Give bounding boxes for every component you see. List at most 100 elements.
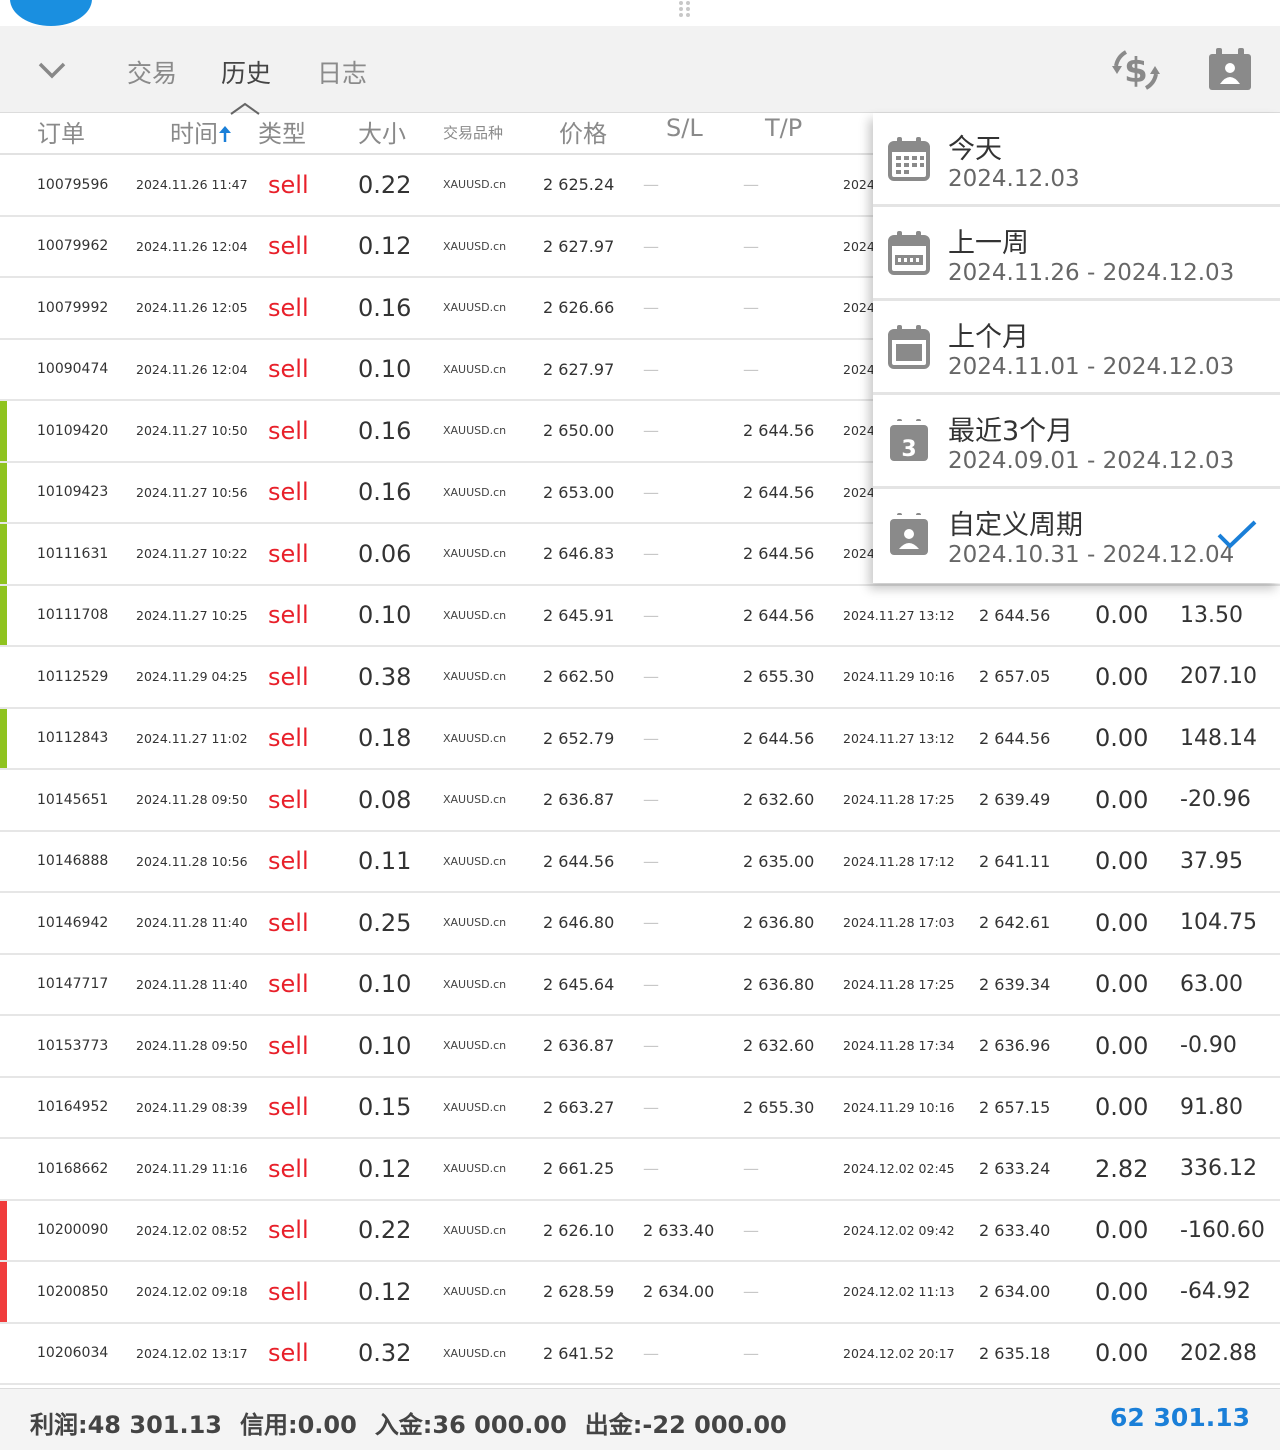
row-status-bar	[0, 708, 7, 768]
close-time: 2024.11.28 17:12	[843, 853, 955, 869]
profit: -20.96	[1180, 787, 1251, 813]
trade-symbol: XAUUSD.cn	[443, 1100, 507, 1114]
take-profit: 2 636.80	[743, 974, 815, 994]
open-price: 2 636.87	[543, 790, 615, 810]
col-tp[interactable]: T/P	[765, 114, 802, 142]
col-sl[interactable]: S/L	[666, 114, 703, 142]
stop-loss: —	[643, 1036, 659, 1056]
trade-symbol: XAUUSD.cn	[443, 1162, 507, 1176]
balance-total: 62 301.13	[1110, 1403, 1250, 1432]
open-time: 2024.11.29 04:25	[136, 669, 248, 685]
profit: -0.90	[1180, 1033, 1237, 1059]
open-time: 2024.11.27 10:56	[136, 484, 248, 500]
table-row[interactable]: 10111708 2024.11.27 10:25 sell 0.10 XAUU…	[0, 585, 1280, 647]
open-time: 2024.11.28 09:50	[136, 1038, 248, 1054]
period-last-week[interactable]: 上一周 2024.11.26 - 2024.12.03	[873, 207, 1280, 301]
deposit-label: 入金:	[374, 1411, 433, 1439]
trade-symbol: XAUUSD.cn	[443, 301, 507, 315]
close-time: 2024.12.02 09:42	[843, 1222, 955, 1238]
table-row[interactable]: 10145651 2024.11.28 09:50 sell 0.08 XAUU…	[0, 770, 1280, 832]
open-price: 2 653.00	[543, 482, 615, 502]
trade-type: sell	[268, 478, 309, 507]
col-time[interactable]: 时间	[170, 114, 232, 149]
close-price: 2 636.96	[979, 1036, 1051, 1056]
order-id: 10200090	[37, 1222, 109, 1239]
period-custom[interactable]: 自定义周期 2024.10.31 - 2024.12.04	[873, 489, 1280, 583]
table-row[interactable]: 10200850 2024.12.02 09:18 sell 0.12 XAUU…	[0, 1262, 1280, 1324]
swap: 2.82	[1095, 1154, 1149, 1183]
tab-history[interactable]: 历史	[221, 54, 271, 90]
stop-loss: —	[643, 790, 659, 810]
trade-size: 0.12	[358, 1277, 412, 1306]
table-row[interactable]: 10146942 2024.11.28 11:40 sell 0.25 XAUU…	[0, 893, 1280, 955]
table-row[interactable]: 10147717 2024.11.28 11:40 sell 0.10 XAUU…	[0, 954, 1280, 1016]
row-status-bar	[0, 340, 7, 400]
swap: 0.00	[1095, 785, 1149, 814]
col-size[interactable]: 大小	[358, 114, 406, 149]
table-row[interactable]: 10206034 2024.12.02 13:17 sell 0.32 XAUU…	[0, 1323, 1280, 1385]
close-time: 2024.11.27 13:12	[843, 730, 955, 746]
calendar-week-icon	[888, 231, 930, 275]
period-last-3-months[interactable]: 3 最近3个月 2024.09.01 - 2024.12.03	[873, 395, 1280, 489]
swap: 0.00	[1095, 601, 1149, 630]
open-price: 2 663.27	[543, 1097, 615, 1117]
trade-type: sell	[268, 416, 309, 445]
order-id: 10146888	[37, 853, 109, 870]
order-id: 10112843	[37, 730, 109, 747]
swap: 0.00	[1095, 1216, 1149, 1245]
col-order[interactable]: 订单	[37, 114, 85, 149]
trade-symbol: XAUUSD.cn	[443, 424, 507, 438]
drag-handle-icon[interactable]	[678, 0, 692, 18]
dollar-exchange-icon[interactable]: $	[1110, 44, 1162, 96]
open-price: 2 626.66	[543, 298, 615, 318]
order-id: 10147717	[37, 976, 109, 993]
row-status-bar	[0, 1139, 7, 1199]
swap: 0.00	[1095, 1277, 1149, 1306]
table-row[interactable]: 10164952 2024.11.29 08:39 sell 0.15 XAUU…	[0, 1077, 1280, 1139]
period-today[interactable]: 今天 2024.12.03	[873, 113, 1280, 207]
tab-trade[interactable]: 交易	[127, 54, 177, 90]
col-type[interactable]: 类型	[258, 114, 306, 149]
chevron-down-icon[interactable]	[32, 54, 72, 86]
trade-type: sell	[268, 1093, 309, 1122]
calendar-user-icon[interactable]	[1204, 44, 1256, 96]
take-profit: 2 644.56	[743, 728, 815, 748]
row-status-bar	[0, 1016, 7, 1076]
close-time: 2024.11.28 17:25	[843, 976, 955, 992]
trade-symbol: XAUUSD.cn	[443, 731, 507, 745]
stop-loss: —	[643, 974, 659, 994]
col-time-label: 时间	[170, 120, 218, 148]
row-status-bar	[0, 278, 7, 338]
trade-symbol: XAUUSD.cn	[443, 239, 507, 253]
col-price[interactable]: 价格	[559, 114, 607, 149]
open-price: 2 645.64	[543, 974, 615, 994]
credit-label: 信用:	[239, 1411, 298, 1439]
stop-loss: —	[643, 728, 659, 748]
collapse-caret-icon[interactable]	[229, 101, 261, 115]
close-price: 2 657.05	[979, 667, 1051, 687]
trade-size: 0.18	[358, 724, 412, 753]
profit: 202.88	[1180, 1340, 1257, 1366]
open-price: 2 644.56	[543, 851, 615, 871]
close-time: 2024.11.28 17:03	[843, 915, 955, 931]
trade-type: sell	[268, 1154, 309, 1183]
table-row[interactable]: 10200090 2024.12.02 08:52 sell 0.22 XAUU…	[0, 1200, 1280, 1262]
table-row[interactable]: 10112843 2024.11.27 11:02 sell 0.18 XAUU…	[0, 708, 1280, 770]
withdraw-label: 出金:	[584, 1411, 643, 1439]
calendar-today-icon	[888, 137, 930, 181]
trade-size: 0.10	[358, 970, 412, 999]
trade-size: 0.16	[358, 293, 412, 322]
table-row[interactable]: 10146888 2024.11.28 10:56 sell 0.11 XAUU…	[0, 831, 1280, 893]
close-price: 2 633.24	[979, 1159, 1051, 1179]
period-last-month[interactable]: 上个月 2024.11.01 - 2024.12.03	[873, 301, 1280, 395]
table-row[interactable]: 10153773 2024.11.28 09:50 sell 0.10 XAUU…	[0, 1016, 1280, 1078]
table-row[interactable]: 10168662 2024.11.29 11:16 sell 0.12 XAUU…	[0, 1139, 1280, 1201]
close-price: 2 635.18	[979, 1343, 1051, 1363]
close-price: 2 644.56	[979, 605, 1051, 625]
period-title: 上一周	[948, 228, 1029, 259]
tab-journal[interactable]: 日志	[317, 54, 367, 90]
col-symbol[interactable]: 交易品种	[443, 122, 503, 143]
open-time: 2024.11.28 09:50	[136, 792, 248, 808]
table-row[interactable]: 10112529 2024.11.29 04:25 sell 0.38 XAUU…	[0, 647, 1280, 709]
take-profit: 2 644.56	[743, 605, 815, 625]
